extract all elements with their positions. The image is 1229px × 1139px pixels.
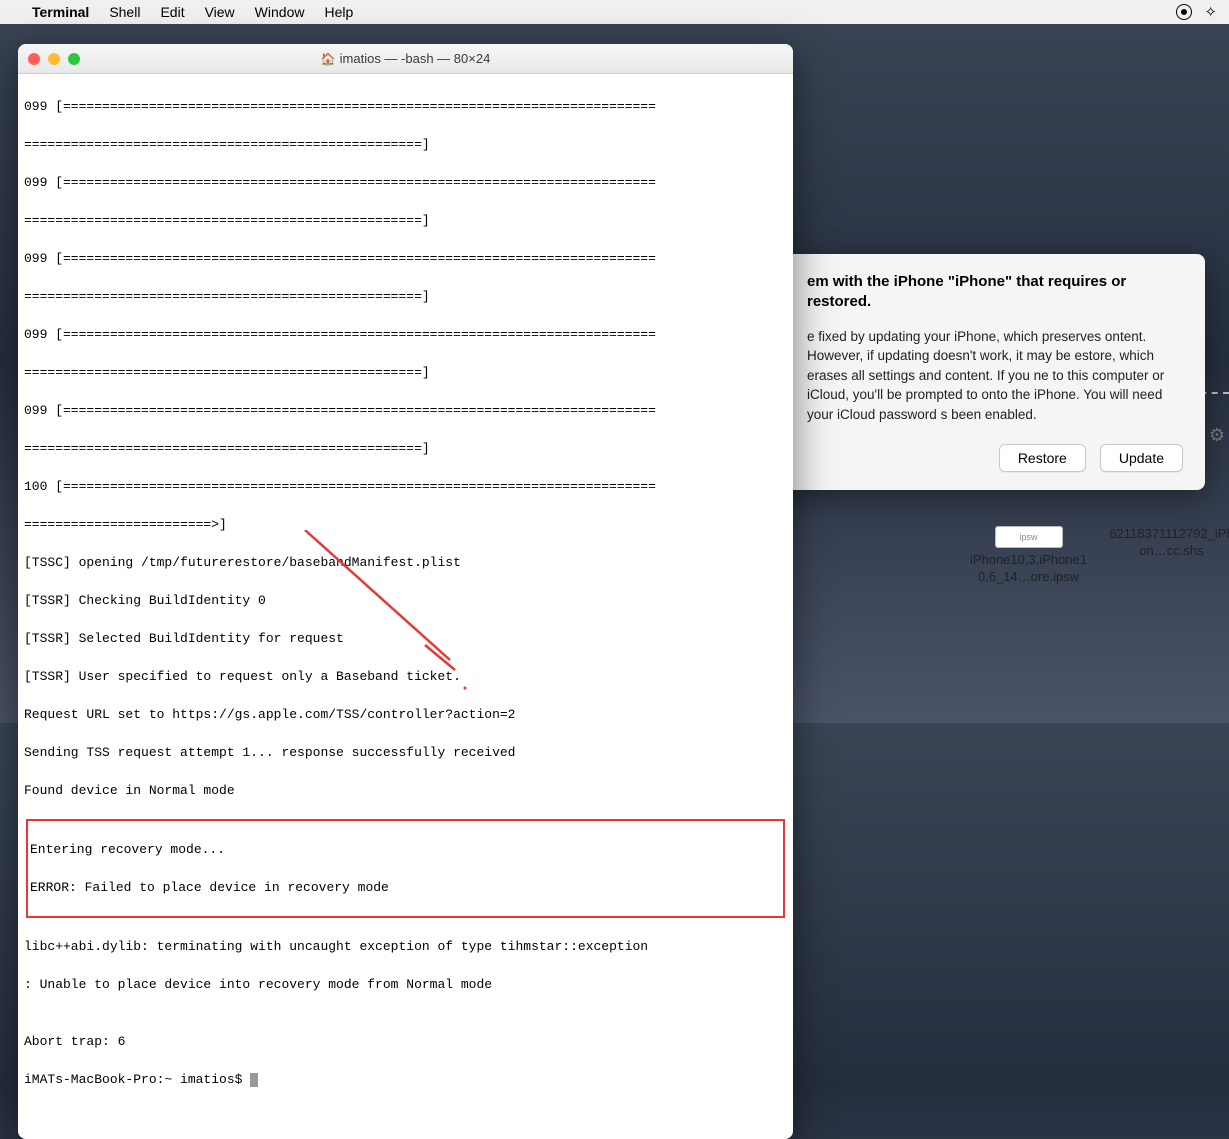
file-item[interactable]: ipsw iPhone10,3,iPhone10,6_14…ore.ipsw bbox=[966, 526, 1091, 586]
file-item[interactable]: 62118371112792_iPhon…cc.shs bbox=[1109, 526, 1229, 586]
error-highlight-box: Entering recovery mode... ERROR: Failed … bbox=[26, 819, 785, 918]
menu-view[interactable]: View bbox=[205, 4, 235, 20]
terminal-line: ========================================… bbox=[24, 211, 787, 230]
menu-help[interactable]: Help bbox=[324, 4, 353, 20]
home-icon: 🏠 bbox=[321, 52, 336, 66]
terminal-line: ERROR: Failed to place device in recover… bbox=[30, 878, 781, 897]
terminal-prompt-line: iMATs-MacBook-Pro:~ imatios$ bbox=[24, 1070, 787, 1089]
file-name-label: 62118371112792_iPhon…cc.shs bbox=[1109, 526, 1229, 560]
menu-shell[interactable]: Shell bbox=[109, 4, 140, 20]
update-button[interactable]: Update bbox=[1100, 444, 1183, 472]
terminal-line: 099 [===================================… bbox=[24, 249, 787, 268]
terminal-line: Abort trap: 6 bbox=[24, 1032, 787, 1051]
terminal-line: ========================================… bbox=[24, 287, 787, 306]
annotation-mark bbox=[415, 640, 475, 700]
terminal-line: Found device in Normal mode bbox=[24, 781, 787, 800]
file-name-label: iPhone10,3,iPhone10,6_14…ore.ipsw bbox=[966, 552, 1091, 586]
menu-edit[interactable]: Edit bbox=[160, 4, 184, 20]
terminal-line: ========================================… bbox=[24, 135, 787, 154]
terminal-line: 099 [===================================… bbox=[24, 173, 787, 192]
menubar: Terminal Shell Edit View Window Help ✧ bbox=[0, 0, 1229, 24]
terminal-line: Entering recovery mode... bbox=[30, 840, 781, 859]
gear-icon[interactable]: ⚙ bbox=[1209, 425, 1225, 446]
terminal-line: ========================================… bbox=[24, 439, 787, 458]
restore-button[interactable]: Restore bbox=[999, 444, 1086, 472]
terminal-line: Sending TSS request attempt 1... respons… bbox=[24, 743, 787, 762]
terminal-line: 099 [===================================… bbox=[24, 325, 787, 344]
terminal-line: 100 [===================================… bbox=[24, 477, 787, 496]
terminal-line: ========================================… bbox=[24, 363, 787, 382]
terminal-line: libc++abi.dylib: terminating with uncaug… bbox=[24, 937, 787, 956]
menu-window[interactable]: Window bbox=[255, 4, 305, 20]
screen-record-icon[interactable] bbox=[1176, 4, 1192, 20]
app-menu[interactable]: Terminal bbox=[32, 4, 89, 20]
cursor bbox=[250, 1073, 258, 1087]
terminal-line: : Unable to place device into recovery m… bbox=[24, 975, 787, 994]
terminal-line: 099 [===================================… bbox=[24, 401, 787, 420]
terminal-title: 🏠 imatios — -bash — 80×24 bbox=[18, 51, 793, 66]
terminal-line: Request URL set to https://gs.apple.com/… bbox=[24, 705, 787, 724]
bluetooth-icon[interactable]: ✧ bbox=[1204, 3, 1217, 21]
terminal-titlebar[interactable]: 🏠 imatios — -bash — 80×24 bbox=[18, 44, 793, 74]
finder-file-grid: ipsw iPhone10,3,iPhone10,6_14…ore.ipsw 6… bbox=[966, 526, 1229, 586]
file-thumbnail: ipsw bbox=[995, 526, 1063, 548]
terminal-line: 099 [===================================… bbox=[24, 97, 787, 116]
